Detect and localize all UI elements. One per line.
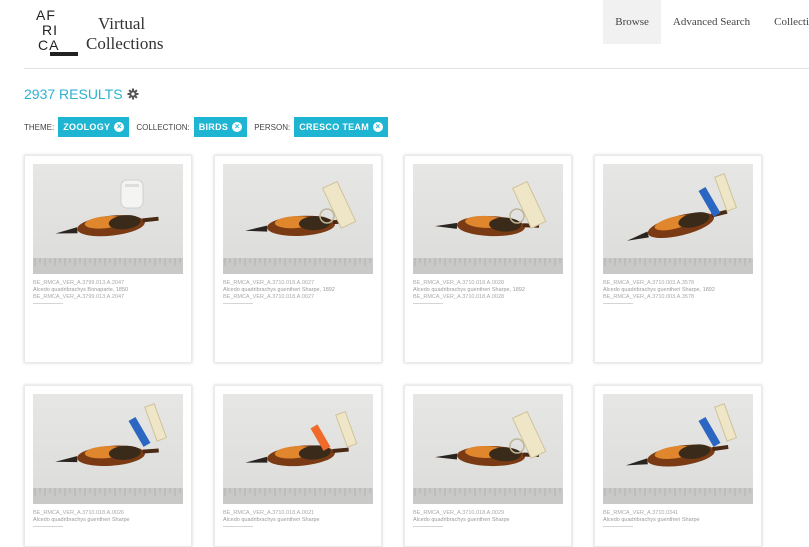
meta-divider	[603, 303, 633, 304]
logo-line-1: Virtual	[98, 14, 146, 33]
bird-specimen-image	[603, 173, 753, 274]
specimen-photo	[223, 164, 373, 274]
specimen-id: BE_RMCA_VER_A.3710.018.A.0029	[413, 510, 505, 516]
specimen-meta: BE_RMCA_VER_A.3710.003.A.3578 Alcedo quad…	[603, 280, 755, 304]
specimen-photo	[603, 164, 753, 274]
specimen-name: Alcedo quadribrachys guentheri Sharpe	[223, 517, 320, 523]
logo-letters-1: AF	[36, 7, 56, 23]
specimen-meta: BE_RMCA_VER_A.3710.018.A.0026 Alcedo quad…	[33, 510, 185, 527]
nav-browse[interactable]: Browse	[603, 0, 661, 44]
result-card[interactable]: BE_RMCA_VER_A.3710.018.A.0029 Alcedo quad…	[404, 385, 572, 547]
filter-chip-collection[interactable]: BIRDS ×	[193, 117, 248, 137]
specimen-photo	[603, 394, 753, 504]
results-count: 2937 RESULTS	[24, 86, 139, 102]
meta-divider	[413, 526, 443, 527]
specimen-id: BE_RMCA_VER_A.3799.013.A.2047	[33, 280, 125, 286]
specimen-code: BE_RMCA_VER_A.3710.018.A.0027	[223, 294, 315, 300]
africa-logo-mark: AF RI CA	[36, 8, 80, 60]
logo-bar	[50, 52, 78, 56]
specimen-id: BE_RMCA_VER_A.3710.018.A.0026	[33, 510, 125, 516]
bird-specimen-image	[223, 180, 373, 274]
bird-specimen-image	[413, 410, 563, 504]
specimen-photo	[33, 164, 183, 274]
close-icon[interactable]: ×	[114, 122, 125, 132]
nav-advanced-search[interactable]: Advanced Search	[661, 0, 762, 44]
filter-theme-value: ZOOLOGY	[63, 122, 111, 132]
nav-collections[interactable]: Collecti	[762, 0, 809, 44]
result-card[interactable]: BE_RMCA_VER_A.3710.0341 Alcedo quadribrac…	[594, 385, 762, 547]
specimen-name: Alcedo quadribrachys guentheri Sharpe, 1…	[223, 287, 335, 293]
active-filters: THEME: ZOOLOGY × COLLECTION: BIRDS × PERSO…	[24, 117, 395, 137]
header-divider	[24, 68, 809, 69]
specimen-photo	[223, 394, 373, 504]
specimen-name: Alcedo quadribrachys guentheri Sharpe, 1…	[603, 287, 715, 293]
bird-specimen-image	[33, 403, 183, 504]
logo-letters-3: CA	[38, 37, 60, 53]
meta-divider	[413, 303, 443, 304]
bird-specimen-image	[223, 410, 373, 504]
filter-person-value: CRESCO TEAM	[299, 122, 370, 132]
specimen-name: Alcedo quadribrachys Bonaparte, 1850	[33, 287, 129, 293]
specimen-id: BE_RMCA_VER_A.3710.018.A.0028	[413, 280, 505, 286]
site-header: AF RI CA Virtual Collections Browse Adva…	[0, 0, 809, 68]
filter-theme-label: THEME:	[24, 122, 55, 132]
result-card[interactable]: BE_RMCA_VER_A.3710.018.A.0028 Alcedo quad…	[404, 155, 572, 363]
meta-divider	[223, 303, 253, 304]
specimen-name: Alcedo quadribrachys guentheri Sharpe	[603, 517, 700, 523]
specimen-name: Alcedo quadribrachys guentheri Sharpe	[413, 517, 510, 523]
results-count-text: 2937 RESULTS	[24, 86, 123, 102]
specimen-id: BE_RMCA_VER_A.3710.018.A.0027	[223, 280, 315, 286]
close-icon[interactable]: ×	[373, 122, 384, 132]
result-card[interactable]: BE_RMCA_VER_A.3710.018.A.0021 Alcedo quad…	[214, 385, 382, 547]
specimen-meta: BE_RMCA_VER_A.3710.018.A.0028 Alcedo quad…	[413, 280, 565, 304]
specimen-photo	[33, 394, 183, 504]
specimen-id: BE_RMCA_VER_A.3710.0341	[603, 510, 679, 516]
specimen-name: Alcedo quadribrachys guentheri Sharpe, 1…	[413, 287, 525, 293]
specimen-code: BE_RMCA_VER_A.3799.013.A.2047	[33, 294, 125, 300]
specimen-meta: BE_RMCA_VER_A.3710.0341 Alcedo quadribrac…	[603, 510, 755, 527]
filter-chip-person[interactable]: CRESCO TEAM ×	[294, 117, 389, 137]
specimen-meta: BE_RMCA_VER_A.3710.018.A.0027 Alcedo quad…	[223, 280, 375, 304]
logo-line-2: Collections	[86, 34, 164, 53]
specimen-photo	[413, 394, 563, 504]
result-card[interactable]: BE_RMCA_VER_A.3710.018.A.0026 Alcedo quad…	[24, 385, 192, 547]
logo-letters-2: RI	[42, 22, 58, 38]
specimen-code: BE_RMCA_VER_A.3710.003.A.3578	[603, 294, 695, 300]
result-card[interactable]: BE_RMCA_VER_A.3799.013.A.2047 Alcedo quad…	[24, 155, 192, 363]
filter-collection-label: COLLECTION:	[136, 122, 190, 132]
meta-divider	[33, 303, 63, 304]
specimen-id: BE_RMCA_VER_A.3710.003.A.3578	[603, 280, 695, 286]
specimen-photo	[413, 164, 563, 274]
filter-chip-theme[interactable]: ZOOLOGY ×	[58, 117, 130, 137]
meta-divider	[603, 526, 633, 527]
filter-collection-value: BIRDS	[198, 122, 229, 132]
result-card[interactable]: BE_RMCA_VER_A.3710.003.A.3578 Alcedo quad…	[594, 155, 762, 363]
meta-divider	[33, 526, 63, 527]
bird-specimen-image	[33, 179, 183, 274]
filter-person-label: PERSON:	[254, 122, 291, 132]
specimen-meta: BE_RMCA_VER_A.3710.018.A.0029 Alcedo quad…	[413, 510, 565, 527]
specimen-meta: BE_RMCA_VER_A.3799.013.A.2047 Alcedo quad…	[33, 280, 185, 304]
bird-specimen-image	[603, 403, 753, 504]
meta-divider	[223, 526, 253, 527]
main-nav: Browse Advanced Search Collecti	[603, 0, 809, 44]
bird-specimen-image	[413, 180, 563, 274]
specimen-name: Alcedo quadribrachys guentheri Sharpe	[33, 517, 130, 523]
gear-icon[interactable]	[127, 88, 139, 100]
specimen-meta: BE_RMCA_VER_A.3710.018.A.0021 Alcedo quad…	[223, 510, 375, 527]
result-card[interactable]: BE_RMCA_VER_A.3710.018.A.0027 Alcedo quad…	[214, 155, 382, 363]
close-icon[interactable]: ×	[232, 122, 243, 132]
specimen-code: BE_RMCA_VER_A.3710.018.A.0028	[413, 294, 505, 300]
site-logo[interactable]: AF RI CA Virtual Collections	[36, 8, 176, 60]
specimen-id: BE_RMCA_VER_A.3710.018.A.0021	[223, 510, 315, 516]
